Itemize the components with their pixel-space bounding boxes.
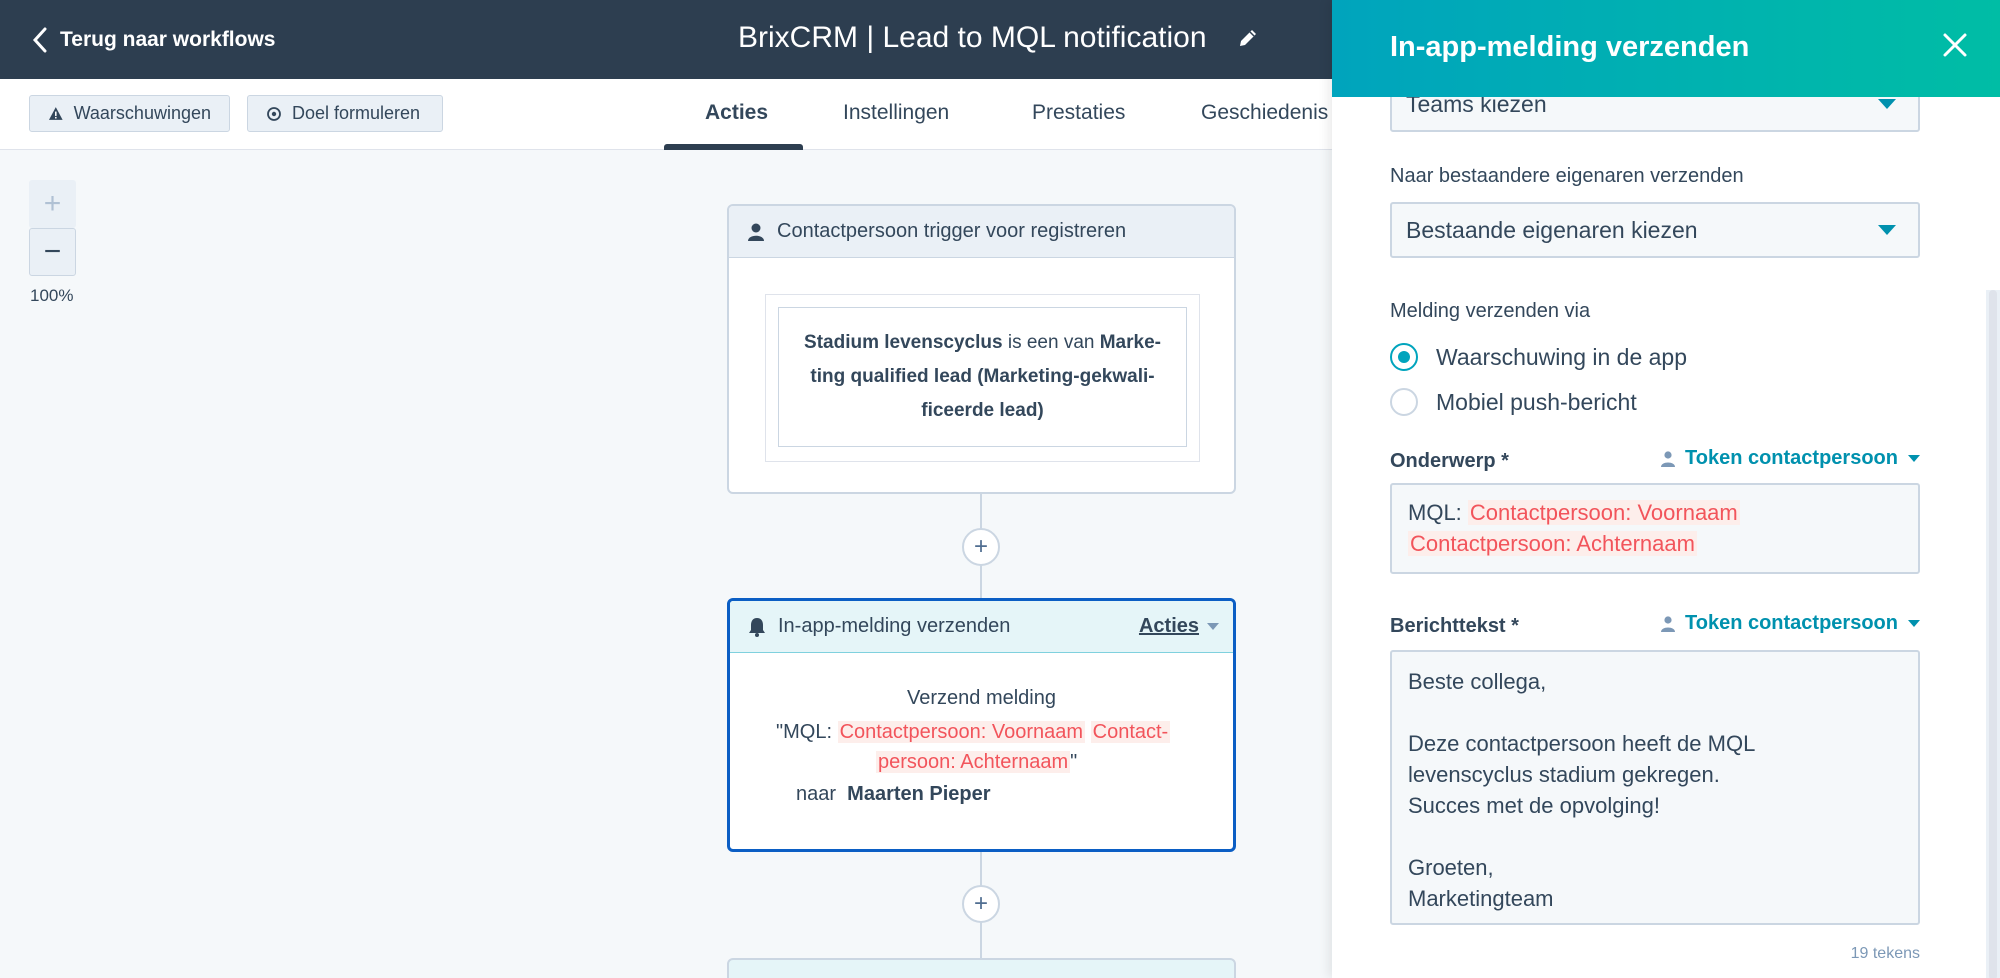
message-line [1408,697,1902,728]
panel-scrollbar[interactable] [1986,290,2000,978]
quote-open: "MQL: [776,721,838,743]
goal-label: Doel formuleren [292,103,421,123]
character-count: 19 tekens [1850,945,1920,962]
filter-group: Stadium levenscyclus is een van Marke- t… [765,294,1200,462]
message-line: levenscyclus stadium gekregen. [1408,762,1720,787]
token-lastname-part2: persoon: Achternaam [876,751,1071,773]
subject-token-firstname: Contactpersoon: Voornaam [1467,500,1740,525]
filter-value-part3: ficeerde lead) [921,400,1044,421]
add-action-button[interactable]: + [962,528,1000,566]
message-line: Succes met de opvolging! [1408,793,1660,818]
workflow-title: BrixCRM | Lead to MQL notification [738,18,1259,58]
recipient: Maarten Pieper [847,783,991,805]
notification-title: Verzend melding [907,687,1056,709]
filter-property: Stadium levenscyclus [804,332,1003,353]
message-line: Deze contactpersoon heeft de MQL [1408,731,1756,756]
owners-label: Naar bestaandere eigenaren verzenden [1390,165,1744,187]
action-menu-label: Acties [1138,615,1199,637]
send-via-label: Melding verzenden via [1390,300,1591,322]
close-icon [1943,33,1967,57]
caret-down-icon [1878,99,1896,109]
back-to-workflows-link[interactable]: Terug naar workflows [32,24,276,56]
target-icon [267,106,281,121]
pencil-icon[interactable] [1237,27,1259,49]
panel-body: Teams kiezen Naar bestaandere eigenaren … [1390,97,1940,978]
tab-geschiedenis[interactable]: Geschiedenis [1201,101,1328,125]
radio-mobile-push[interactable]: Mobiel push-bericht [1390,388,1637,416]
zoom-level: 100% [30,286,74,305]
token-link-label: Token contactpersoon [1685,447,1898,469]
token-lastname-part1: Contact- [1090,721,1171,743]
action-card[interactable]: In-app-melding verzenden Acties Verzend … [727,598,1236,852]
body-label: Berichttekst * [1390,615,1519,637]
bell-icon [749,617,765,637]
person-icon [748,223,764,241]
teams-placeholder: Teams kiezen [1406,97,1547,117]
action-side-panel: In-app-melding verzenden Teams kiezen Na… [1332,0,2000,978]
radio-label: Waarschuwing in de app [1436,343,1688,370]
subject-token-lastname: Contactpersoon: Achternaam [1408,531,1697,556]
panel-title: In-app-melding verzenden [1390,31,1750,63]
zoom-out-button[interactable]: − [29,228,76,276]
caret-down-icon [1878,225,1896,235]
top-bar: Terug naar workflows BrixCRM | Lead to M… [0,0,1332,79]
person-icon [1661,450,1675,467]
filter-value-part2: ting qualified lead (Marketing-gekwali- [810,366,1155,387]
back-label: Terug naar workflows [60,28,276,51]
warning-icon [48,106,63,120]
person-icon [1661,615,1675,632]
warnings-button[interactable]: Waarschuwingen [29,95,230,132]
message-body-textarea[interactable]: Beste collega, Deze contactpersoon heeft… [1390,650,1920,925]
workflow-title-text: BrixCRM | Lead to MQL notification [738,21,1207,54]
zoom-in-button[interactable]: + [29,180,76,228]
notification-summary: "MQL: Contactpersoon: Voornaam Contact- … [776,717,1196,809]
radio-label: Mobiel push-bericht [1436,388,1637,415]
subject-label: Onderwerp * [1390,450,1509,472]
filter-operator: is een van [1002,332,1100,353]
radio-unselected[interactable] [1390,388,1418,416]
trigger-card-header: Contactpersoon trigger voor registreren [729,206,1234,258]
next-action-card[interactable] [727,958,1236,978]
tab-acties[interactable]: Acties [705,101,768,125]
body-token-dropdown[interactable]: Token contactpersoon [1661,612,1920,635]
subject-token-dropdown[interactable]: Token contactpersoon [1661,447,1920,470]
subject-input[interactable]: MQL: Contactpersoon: Voornaam Contactper… [1390,483,1920,574]
filter-condition[interactable]: Stadium levenscyclus is een van Marke- t… [778,307,1187,447]
action-title: In-app-melding verzenden [778,615,1011,637]
action-card-header: In-app-melding verzenden Acties [730,601,1233,653]
owners-placeholder: Bestaande eigenaren kiezen [1406,216,1698,243]
goal-button[interactable]: Doel formuleren [247,95,443,132]
token-link-label: Token contactpersoon [1685,612,1898,634]
sub-navigation: Waarschuwingen Doel formuleren Acties In… [0,79,1332,150]
owners-dropdown[interactable]: Bestaande eigenaren kiezen [1390,202,1920,258]
panel-header: In-app-melding verzenden [1332,0,2000,97]
active-tab-indicator [664,144,803,150]
teams-dropdown[interactable]: Teams kiezen [1390,97,1920,132]
close-panel-button[interactable] [1940,30,1970,60]
quote-close: " [1070,751,1078,773]
scrollbar-thumb[interactable] [1989,290,1997,978]
subject-prefix: MQL: [1408,500,1468,525]
message-line: Marketingteam [1408,886,1554,911]
message-line: Groeten, [1408,855,1494,880]
filter-value-part1: Marke- [1099,332,1161,353]
caret-down-icon [1207,622,1219,630]
trigger-title: Contactpersoon trigger voor registreren [777,220,1127,242]
action-menu-button[interactable]: Acties [1139,615,1219,638]
tab-instellingen[interactable]: Instellingen [843,101,949,125]
trigger-card[interactable]: Contactpersoon trigger voor registreren … [727,204,1236,494]
add-action-button[interactable]: + [962,885,1000,923]
message-line: Beste collega, [1408,669,1547,694]
caret-down-icon [1908,619,1920,627]
message-line [1408,821,1902,852]
radio-selected[interactable] [1390,343,1418,371]
warnings-label: Waarschuwingen [73,103,211,123]
tab-prestaties[interactable]: Prestaties [1032,101,1125,125]
caret-down-icon [1908,454,1920,462]
to-label: naar [796,783,837,805]
chevron-left-icon [32,27,47,53]
radio-in-app-warning[interactable]: Waarschuwing in de app [1390,343,1687,371]
token-firstname: Contactpersoon: Voornaam [837,721,1086,743]
